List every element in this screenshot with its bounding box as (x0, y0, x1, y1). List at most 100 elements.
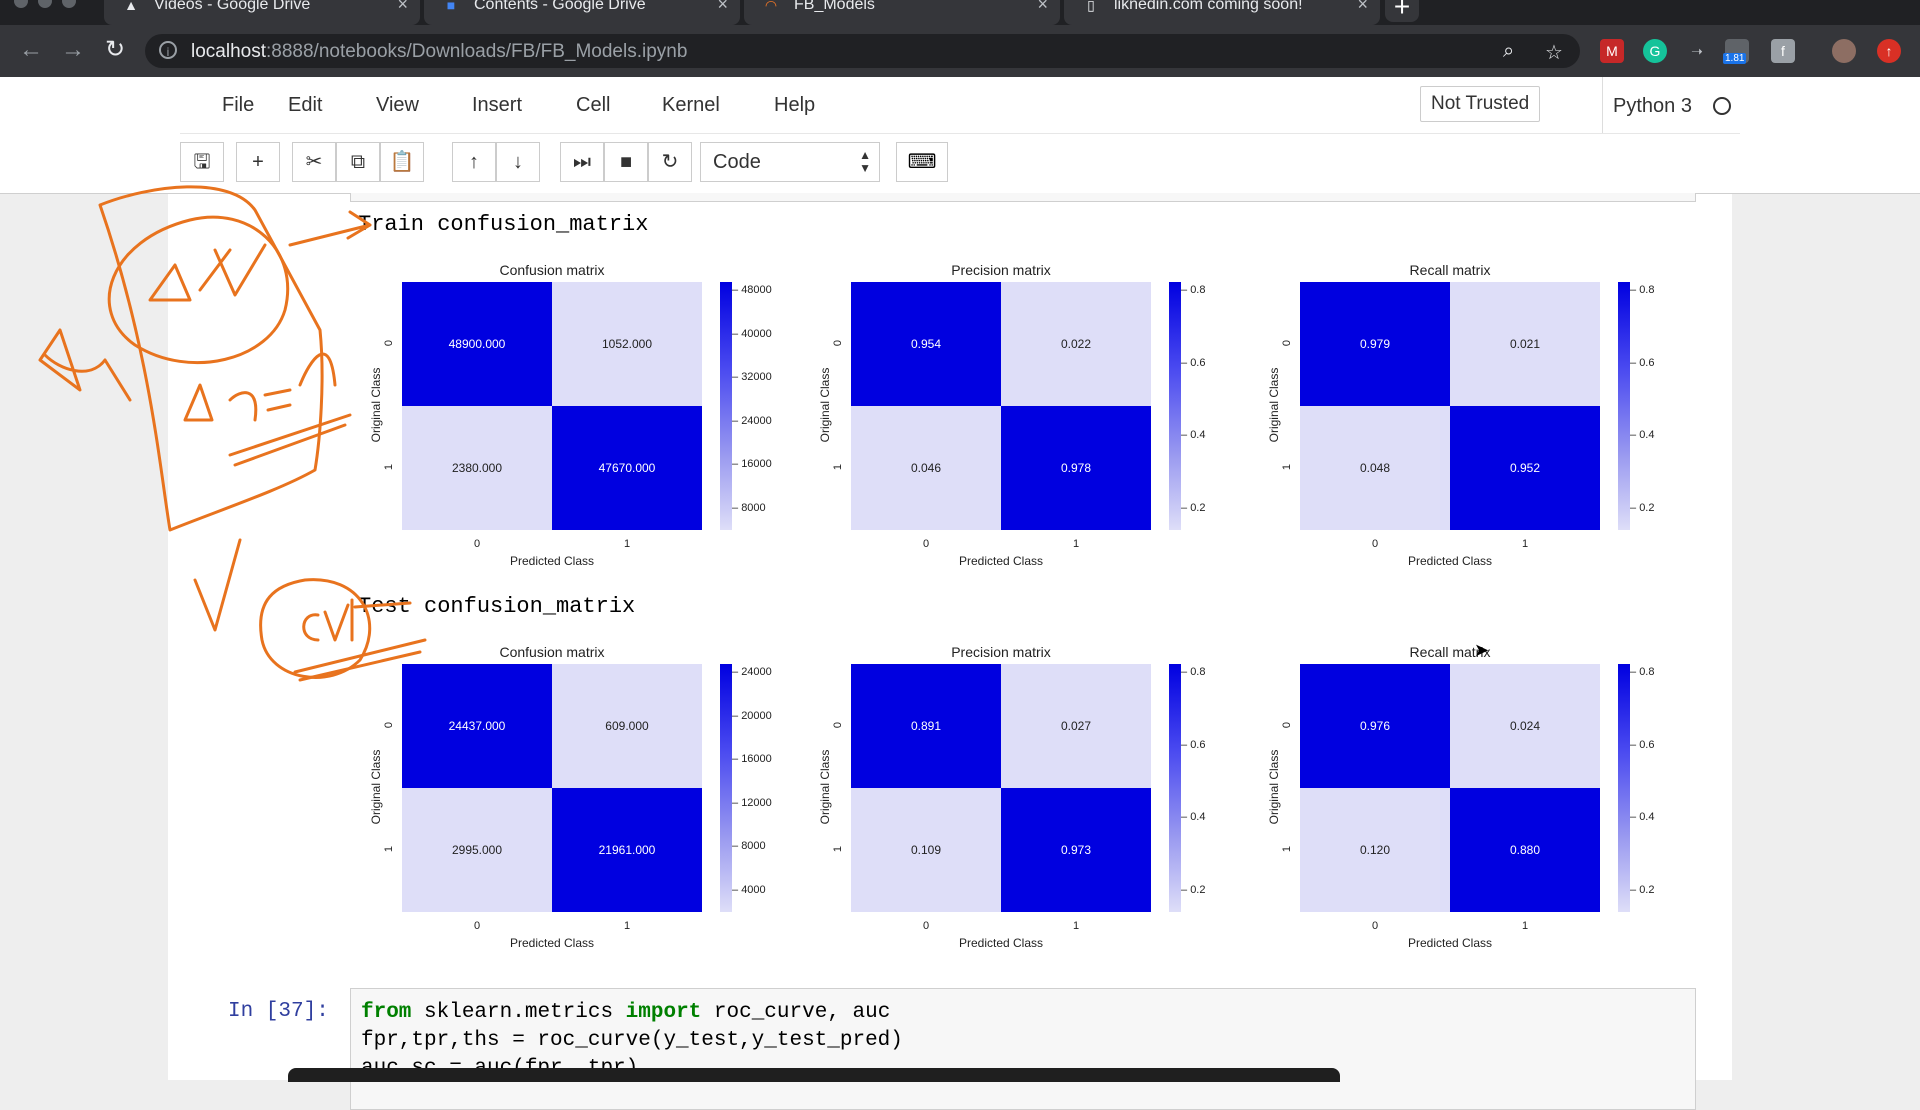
colorbar-tick-value: 16000 (741, 753, 772, 766)
code-text: roc_curve, auc (701, 1001, 891, 1024)
code-cell-input[interactable]: from sklearn.metrics import roc_curve, a… (350, 988, 1696, 1110)
colorbar-tick-value: 0.6 (1639, 738, 1655, 751)
info-icon[interactable]: i (159, 41, 177, 59)
colorbar-tick-mark: – (732, 666, 742, 678)
close-tab-icon[interactable]: × (1357, 0, 1368, 13)
heatmap-cell: 47670.000 (552, 406, 702, 530)
colorbar-tick-mark: – (732, 753, 742, 766)
arrow-extension-icon[interactable]: ➝ (1685, 39, 1709, 63)
colorbar-tick: – 24000 (732, 415, 772, 427)
close-tab-icon[interactable]: × (397, 0, 408, 13)
colorbar-tick-mark: – (1181, 502, 1191, 514)
colorbar-tick-value: 0.6 (1639, 356, 1655, 369)
save-icon[interactable]: 🖫 (180, 142, 224, 182)
heatmap-cell: 609.000 (552, 664, 702, 788)
y-axis-label: Original Class (369, 367, 383, 443)
reload-icon[interactable]: ↻ (100, 35, 130, 65)
minimize-window-button[interactable] (38, 0, 52, 8)
colorbar-tick: – 0.8 (1630, 666, 1654, 678)
move-down-icon[interactable]: ↓ (496, 142, 540, 182)
zoom-icon[interactable]: ⌕ (1503, 40, 1514, 63)
colorbar-tick: – 0.6 (1181, 357, 1205, 369)
select-arrows-icon: ▲ ▼ (859, 148, 871, 175)
back-icon[interactable]: ← (16, 35, 46, 65)
tab-videos-drive[interactable]: ▲ Videos - Google Drive × (104, 0, 420, 25)
colorbar-tick: – 0.2 (1630, 502, 1654, 514)
gmail-icon[interactable]: M (1600, 39, 1624, 63)
copy-icon[interactable]: ⧉ (336, 142, 380, 182)
colorbar-tick-value: 0.6 (1190, 356, 1206, 369)
profile-avatar[interactable] (1832, 39, 1856, 63)
colorbar (720, 664, 732, 912)
keyboard-shortcuts-icon[interactable]: ⌨ (896, 142, 948, 182)
address-bar[interactable]: i localhost:8888/notebooks/Downloads/FB/… (145, 34, 1580, 68)
y-tick-label: 1 (383, 463, 396, 471)
y-axis-label: Original Class (1267, 749, 1281, 825)
stop-icon[interactable]: ■ (604, 142, 648, 182)
tab-linkedin[interactable]: ▯ liknedin.com coming soon! × (1064, 0, 1380, 25)
colorbar-tick: – 0.8 (1181, 284, 1205, 296)
colorbar-tick: – 0.2 (1181, 884, 1205, 896)
y-axis-label: Original Class (1267, 367, 1281, 443)
add-cell-icon[interactable]: + (236, 142, 280, 182)
tab-contents-drive[interactable]: ■ Contents - Google Drive × (424, 0, 740, 25)
colorbar-tick-value: 0.4 (1190, 429, 1206, 442)
x-axis-label: Predicted Class (1407, 554, 1493, 568)
colorbar-tick-mark: – (1630, 811, 1640, 824)
cell-type-select[interactable]: Code ▲ ▼ (700, 142, 880, 182)
heatmap-cell: 0.973 (1001, 788, 1151, 912)
kernel-idle-icon (1713, 97, 1731, 115)
y-tick-label: 0 (1281, 721, 1294, 729)
menu-help[interactable]: Help (774, 94, 815, 117)
menu-view[interactable]: View (376, 94, 419, 117)
colorbar-tick: – 0.6 (1181, 739, 1205, 751)
restart-icon[interactable]: ↻ (648, 142, 692, 182)
menu-edit[interactable]: Edit (288, 94, 322, 117)
bookmark-star-icon[interactable]: ☆ (1545, 40, 1563, 65)
menu-file[interactable]: File (222, 94, 254, 117)
close-tab-icon[interactable]: × (717, 0, 728, 13)
menu-insert[interactable]: Insert (472, 94, 522, 117)
heatmap-cell: 0.978 (1001, 406, 1151, 530)
colorbar-tick-mark: – (1181, 738, 1191, 751)
close-window-button[interactable] (14, 0, 28, 8)
colorbar-tick-value: 0.8 (1190, 666, 1206, 678)
chart-title: Confusion matrix (499, 262, 605, 278)
y-axis-label: Original Class (818, 367, 832, 443)
menu-kernel[interactable]: Kernel (662, 94, 720, 117)
heatmap-cell: 0.022 (1001, 282, 1151, 406)
not-trusted-button[interactable]: Not Trusted (1420, 86, 1541, 122)
colorbar-tick-value: 0.4 (1639, 811, 1655, 824)
kernel-indicator: Python 3 (1602, 77, 1731, 133)
new-tab-button[interactable]: + (1385, 0, 1419, 22)
cell-prompt: In [37]: (228, 1000, 329, 1023)
x-tick-label: 0 (474, 920, 481, 932)
cut-icon[interactable]: ✂ (292, 142, 336, 182)
colorbar-tick-value: 0.6 (1190, 738, 1206, 751)
paste-icon[interactable]: 📋 (380, 142, 424, 182)
maximize-window-button[interactable] (62, 0, 76, 8)
heatmap-cell: 0.891 (851, 664, 1001, 788)
colorbar-tick: – 0.4 (1630, 429, 1654, 441)
forward-icon[interactable]: → (58, 35, 88, 65)
mouse-cursor-icon: ➤ (1474, 640, 1490, 660)
heatmap-cell: 0.109 (851, 788, 1001, 912)
window-controls[interactable] (14, 0, 76, 8)
move-up-icon[interactable]: ↑ (452, 142, 496, 182)
menu-cell[interactable]: Cell (576, 94, 610, 117)
grammarly-icon[interactable]: G (1643, 39, 1667, 63)
facebook-icon[interactable]: f (1771, 39, 1795, 63)
colorbar-tick-mark: – (1630, 738, 1640, 751)
colorbar-tick-value: 24000 (741, 666, 772, 678)
colorbar-tick-value: 4000 (741, 884, 766, 896)
run-icon[interactable]: ⏭ (560, 142, 604, 182)
extension-icon[interactable]: 1.81 (1723, 39, 1749, 64)
colorbar-tick: – 0.8 (1630, 284, 1654, 296)
tab-fb-models[interactable]: ◠ FB_Models × (744, 0, 1060, 25)
close-tab-icon[interactable]: × (1037, 0, 1048, 13)
colorbar (1618, 664, 1630, 912)
heatmap-cell: 0.048 (1300, 406, 1450, 530)
colorbar (720, 282, 732, 530)
y-tick-label: 0 (383, 339, 396, 347)
update-icon[interactable]: ↑ (1877, 39, 1901, 63)
